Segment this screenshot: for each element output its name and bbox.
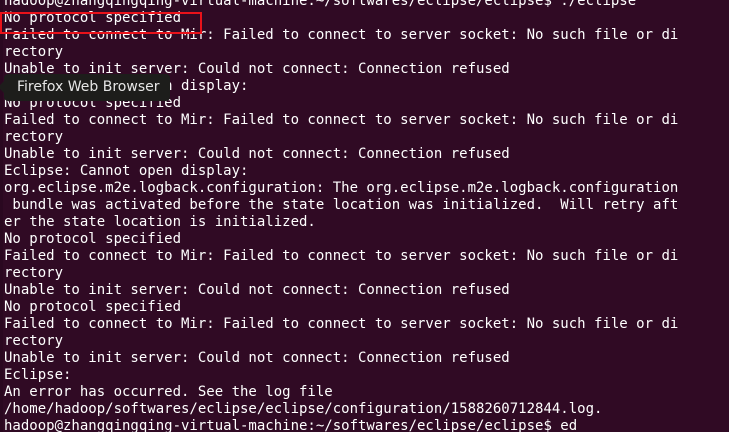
terminal-line: Eclipse: xyxy=(4,367,72,383)
terminal-line: rectory xyxy=(4,265,64,281)
terminal-line: rectory xyxy=(4,333,64,349)
terminal-line: org.eclipse.m2e.logback.configuration: T… xyxy=(4,180,679,196)
launcher-edge xyxy=(0,0,3,432)
terminal-line: bundle was activated before the state lo… xyxy=(4,197,679,213)
terminal-line: Failed to connect to Mir: Failed to conn… xyxy=(4,316,679,332)
launcher-tooltip: Firefox Web Browser xyxy=(0,74,170,101)
terminal-line: Unable to init server: Could not connect… xyxy=(4,350,510,366)
terminal-line: No protocol specified xyxy=(4,299,182,315)
terminal-line: rectory xyxy=(4,44,64,60)
terminal-line: Failed to connect to Mir: Failed to conn… xyxy=(4,248,679,264)
terminal-line: No protocol specified xyxy=(4,231,182,247)
terminal-line: /home/hadoop/softwares/eclipse/eclipse/c… xyxy=(4,401,603,417)
highlight-annotation xyxy=(0,12,202,34)
terminal-line: Unable to init server: Could not connect… xyxy=(4,282,510,298)
terminal-line: Failed to connect to Mir: Failed to conn… xyxy=(4,112,679,128)
terminal-line: rectory xyxy=(4,129,64,145)
tooltip-label: Firefox Web Browser xyxy=(17,79,160,95)
terminal-line: An error has occurred. See the log file xyxy=(4,384,333,400)
terminal-window[interactable]: hadoop@zhangqingqing-virtual-machine:~/s… xyxy=(0,0,729,432)
terminal-line: hadoop@zhangqingqing-virtual-machine:~/s… xyxy=(4,418,578,432)
terminal-line: Eclipse: Cannot open display: xyxy=(4,163,249,179)
terminal-output: hadoop@zhangqingqing-virtual-machine:~/s… xyxy=(4,0,678,432)
terminal-line: Unable to init server: Could not connect… xyxy=(4,146,510,162)
tooltip-arrow-icon xyxy=(0,81,4,93)
terminal-line: hadoop@zhangqingqing-virtual-machine:~/s… xyxy=(4,0,637,9)
terminal-line: er the state location is initialized. xyxy=(4,214,316,230)
